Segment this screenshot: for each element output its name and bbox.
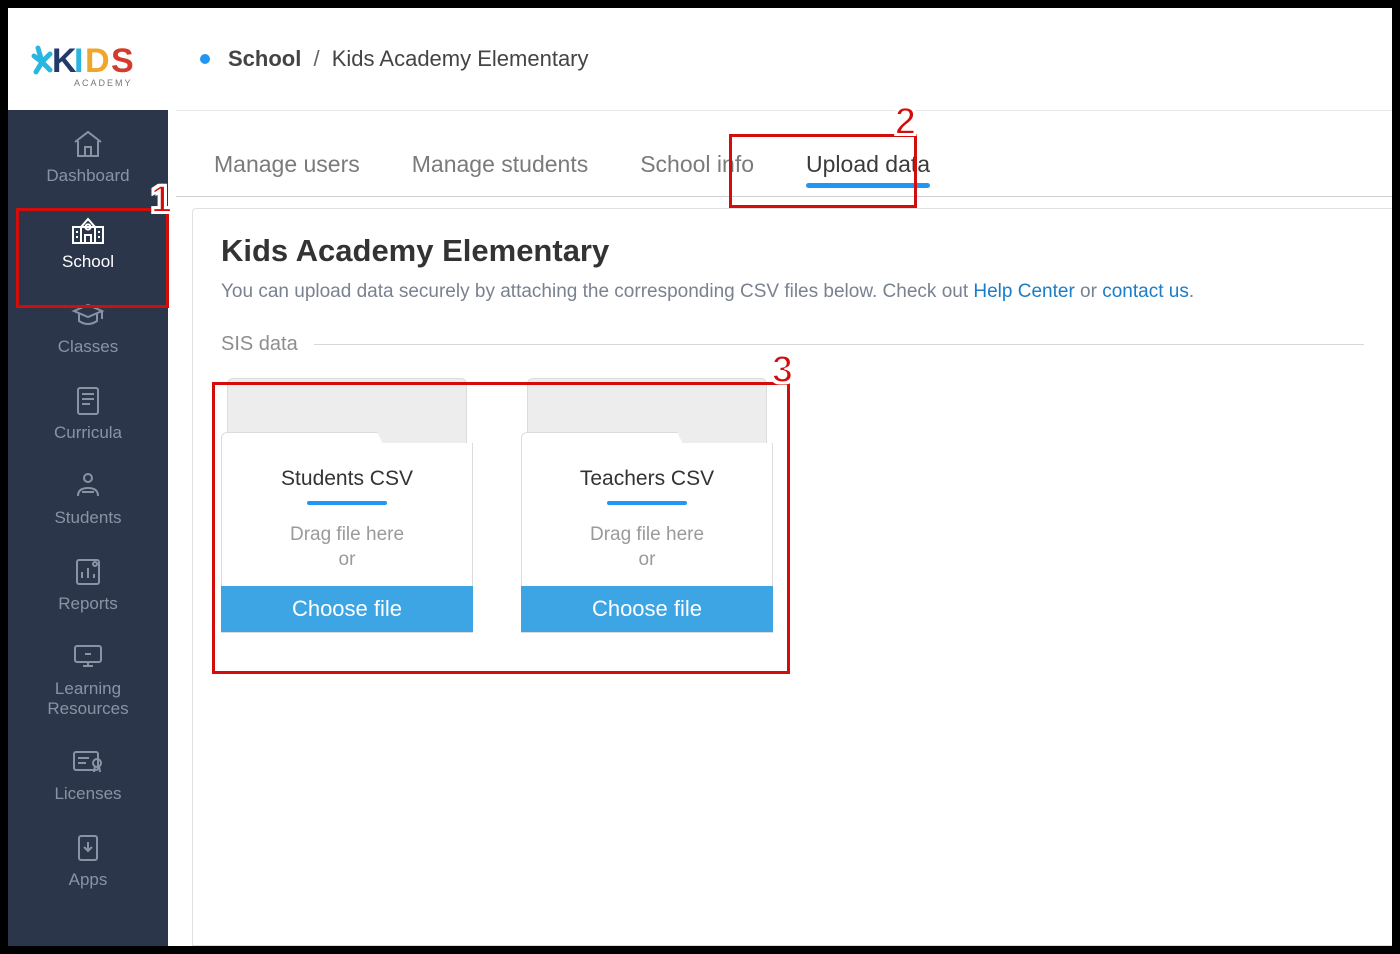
underline-accent [607, 501, 687, 505]
drag-hint-line: Drag file here [234, 523, 460, 548]
sidebar-item-apps[interactable]: Apps [8, 818, 168, 904]
desc-text: . [1189, 281, 1194, 302]
svg-text:D: D [85, 42, 110, 80]
sidebar-item-label: Classes [12, 337, 164, 357]
graduation-cap-icon [12, 297, 164, 333]
help-center-link[interactable]: Help Center [973, 281, 1074, 302]
app-frame: K I D S ACADEMY School / Kids Academy El… [0, 0, 1400, 954]
sidebar-item-dashboard[interactable]: Dashboard [8, 114, 168, 200]
breadcrumb-separator: / [313, 46, 319, 71]
desc-text: You can upload data securely by attachin… [221, 281, 973, 302]
tab-strip: Manage users Manage students School info… [176, 126, 1392, 197]
section-sis-data: SIS data [221, 333, 1364, 356]
upload-card-teachers: Teachers CSV Drag file here or Choose fi… [521, 378, 773, 633]
svg-text:S: S [111, 42, 134, 80]
drag-hint-line: or [534, 548, 760, 573]
kids-academy-logo-svg: K I D S ACADEMY [28, 24, 148, 94]
sidebar-item-reports[interactable]: Reports [8, 542, 168, 628]
svg-text:I: I [74, 42, 83, 80]
sidebar-item-label: Learning Resources [12, 679, 164, 718]
logo: K I D S ACADEMY [8, 8, 168, 110]
school-building-icon [12, 212, 164, 248]
certificate-icon [12, 744, 164, 780]
desc-text: or [1075, 281, 1102, 302]
download-app-icon [12, 830, 164, 866]
sidebar-item-label: Reports [12, 594, 164, 614]
breadcrumb-bar: School / Kids Academy Elementary [176, 8, 1392, 111]
tab-manage-students[interactable]: Manage students [406, 151, 594, 196]
drag-hint: Drag file here or [234, 523, 460, 572]
drag-hint: Drag file here or [534, 523, 760, 572]
tab-school-info[interactable]: School info [634, 151, 760, 196]
sidebar-item-students[interactable]: Students [8, 456, 168, 542]
sidebar-item-classes[interactable]: Classes [8, 285, 168, 371]
tab-upload-data[interactable]: Upload data [800, 151, 936, 196]
content-panel: Kids Academy Elementary You can upload d… [192, 208, 1392, 946]
upload-card-body[interactable]: Teachers CSV Drag file here or Choose fi… [521, 443, 773, 633]
section-title-label: SIS data [221, 333, 298, 356]
monitor-icon [12, 639, 164, 675]
divider [314, 344, 1364, 345]
drag-hint-line: or [234, 548, 460, 573]
student-icon [12, 468, 164, 504]
sidebar-item-label: Students [12, 508, 164, 528]
upload-card-title: Teachers CSV [534, 467, 760, 491]
drag-hint-line: Drag file here [534, 523, 760, 548]
upload-card-title: Students CSV [234, 467, 460, 491]
sidebar: Dashboard School Classes [8, 110, 168, 946]
breadcrumb-root[interactable]: School [228, 46, 301, 71]
choose-file-button[interactable]: Choose file [521, 586, 773, 632]
sidebar-item-label: Curricula [12, 423, 164, 443]
tab-manage-users[interactable]: Manage users [208, 151, 366, 196]
sidebar-item-label: Licenses [12, 784, 164, 804]
sidebar-item-curricula[interactable]: Curricula [8, 371, 168, 457]
breadcrumb: School / Kids Academy Elementary [228, 46, 589, 72]
svg-text:ACADEMY: ACADEMY [74, 78, 133, 88]
reports-chart-icon [12, 554, 164, 590]
breadcrumb-current[interactable]: Kids Academy Elementary [332, 46, 589, 71]
choose-file-button[interactable]: Choose file [221, 586, 473, 632]
book-icon [12, 383, 164, 419]
page-title: Kids Academy Elementary [221, 233, 1364, 269]
sidebar-item-label: Dashboard [12, 166, 164, 186]
sidebar-item-label: Apps [12, 870, 164, 890]
sidebar-item-learning-resources[interactable]: Learning Resources [8, 627, 168, 732]
underline-accent [307, 501, 387, 505]
upload-cards-row: Students CSV Drag file here or Choose fi… [221, 378, 1364, 633]
sidebar-item-licenses[interactable]: Licenses [8, 732, 168, 818]
sidebar-item-label: School [12, 252, 164, 272]
breadcrumb-dot-icon [200, 54, 210, 64]
contact-us-link[interactable]: contact us [1102, 281, 1189, 302]
upload-card-body[interactable]: Students CSV Drag file here or Choose fi… [221, 443, 473, 633]
sidebar-item-school[interactable]: School [8, 200, 168, 286]
upload-card-students: Students CSV Drag file here or Choose fi… [221, 378, 473, 633]
page-description: You can upload data securely by attachin… [221, 281, 1364, 303]
home-icon [12, 126, 164, 162]
